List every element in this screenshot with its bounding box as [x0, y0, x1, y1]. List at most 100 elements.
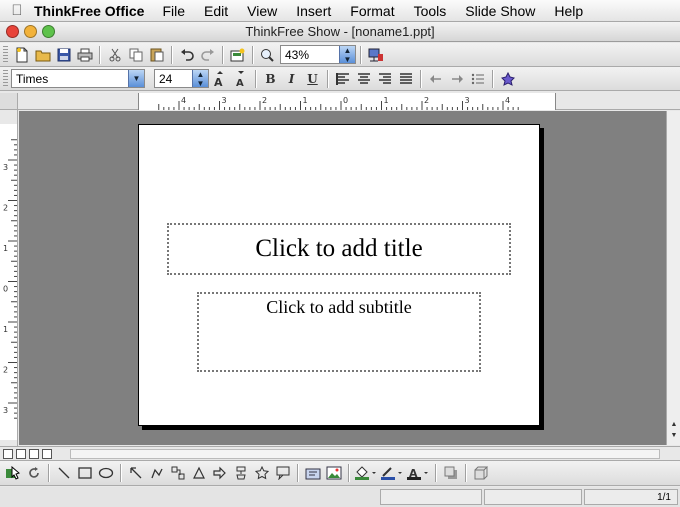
save-icon[interactable] [53, 45, 74, 65]
arrow-tool-icon[interactable] [125, 463, 146, 483]
font-name-dropdown-icon[interactable]: ▼ [128, 70, 144, 87]
justify-icon[interactable] [395, 69, 416, 89]
window-title: ThinkFree Show - [noname1.ppt] [245, 24, 435, 39]
status-field [380, 489, 482, 505]
menu-tools[interactable]: Tools [414, 3, 447, 19]
connector-tool-icon[interactable] [167, 463, 188, 483]
new-document-icon[interactable] [11, 45, 32, 65]
normal-view-icon[interactable] [3, 448, 13, 459]
align-left-icon[interactable] [332, 69, 353, 89]
apple-menu-icon[interactable]:  [0, 2, 34, 19]
toolbar-separator [435, 464, 436, 482]
menu-help[interactable]: Help [554, 3, 583, 19]
print-icon[interactable] [74, 45, 95, 65]
3d-style-icon[interactable] [470, 463, 491, 483]
toolbar-separator [465, 464, 466, 482]
bold-button[interactable]: B [260, 69, 281, 89]
slide-canvas[interactable]: Click to add title Click to add subtitle [138, 124, 540, 426]
callouts-icon[interactable] [272, 463, 293, 483]
bullet-list-icon[interactable] [467, 69, 488, 89]
ruler-label: 4 [181, 96, 186, 105]
ruler-label: 3 [3, 163, 8, 172]
underline-button[interactable]: U [302, 69, 323, 89]
insert-slide-icon[interactable] [227, 45, 248, 65]
shadow-icon[interactable] [440, 463, 461, 483]
toolbar-grip[interactable] [3, 45, 8, 64]
close-button[interactable] [6, 25, 19, 38]
svg-text:A: A [214, 76, 223, 87]
italic-button[interactable]: I [281, 69, 302, 89]
ruler-label: 1 [3, 325, 8, 334]
draw-select-icon[interactable] [2, 463, 23, 483]
align-right-icon[interactable] [374, 69, 395, 89]
formatting-toolbar: Times ▼ 24 ▲ ▼ A A B I U [0, 67, 680, 91]
stars-banners-icon[interactable] [251, 463, 272, 483]
menu-slide-show[interactable]: Slide Show [465, 3, 535, 19]
view-bar [0, 446, 680, 460]
textbox-icon[interactable] [302, 463, 323, 483]
line-tool-icon[interactable] [53, 463, 74, 483]
menu-format[interactable]: Format [350, 3, 394, 19]
line-color-icon[interactable] [379, 463, 405, 483]
animation-icon[interactable] [497, 69, 518, 89]
subtitle-placeholder[interactable]: Click to add subtitle [197, 292, 481, 372]
vertical-ruler: 3 2 1 0 1 2 3 [0, 110, 18, 446]
font-name-select[interactable]: Times ▼ [11, 69, 145, 88]
copy-icon[interactable] [125, 45, 146, 65]
notes-view-icon[interactable] [42, 448, 52, 459]
basic-shapes-icon[interactable] [188, 463, 209, 483]
zoom-select[interactable]: 43% ▲ ▼ [280, 45, 356, 64]
rectangle-tool-icon[interactable] [74, 463, 95, 483]
align-center-icon[interactable] [353, 69, 374, 89]
toolbar-separator [120, 464, 121, 482]
grow-font-icon[interactable]: A [209, 69, 230, 89]
open-folder-icon[interactable] [32, 45, 53, 65]
undo-icon[interactable] [176, 45, 197, 65]
rotate-icon[interactable] [23, 463, 44, 483]
cut-icon[interactable] [104, 45, 125, 65]
status-bar: 1/1 [0, 487, 680, 507]
menu-edit[interactable]: Edit [204, 3, 228, 19]
fill-color-icon[interactable] [353, 463, 379, 483]
menu-insert[interactable]: Insert [296, 3, 331, 19]
outline-view-icon[interactable] [16, 448, 26, 459]
toolbar-grip[interactable] [3, 69, 8, 88]
font-name-value: Times [16, 71, 49, 86]
app-menu[interactable]: ThinkFree Office [34, 3, 144, 19]
zoom-dropdown-icon[interactable]: ▲ ▼ [339, 46, 355, 64]
freeform-tool-icon[interactable] [146, 463, 167, 483]
decrease-indent-icon[interactable] [425, 69, 446, 89]
font-size-value: 24 [159, 71, 173, 86]
increase-indent-icon[interactable] [446, 69, 467, 89]
horizontal-scrollbar[interactable] [70, 449, 660, 459]
drawing-toolbar: A [0, 460, 680, 486]
minimize-button[interactable] [24, 25, 37, 38]
slide-show-icon[interactable] [365, 45, 386, 65]
flowchart-icon[interactable] [230, 463, 251, 483]
shrink-font-icon[interactable]: A [230, 69, 251, 89]
ellipse-tool-icon[interactable] [95, 463, 116, 483]
zoom-button[interactable] [42, 25, 55, 38]
menu-view[interactable]: View [247, 3, 277, 19]
title-placeholder[interactable]: Click to add title [167, 223, 511, 275]
scroll-down-icon[interactable]: ▼ [668, 432, 680, 442]
redo-icon[interactable] [197, 45, 218, 65]
scroll-up-icon[interactable]: ▲ [668, 421, 680, 431]
block-arrows-icon[interactable] [209, 463, 230, 483]
slide-sorter-view-icon[interactable] [29, 448, 39, 459]
vertical-scrollbar[interactable]: ▲ ▼ [666, 111, 680, 445]
ruler-label: 0 [343, 96, 348, 105]
menu-file[interactable]: File [162, 3, 185, 19]
vertical-ruler-scale: 3 2 1 0 1 2 3 [0, 124, 17, 440]
font-size-select[interactable]: 24 ▲ ▼ [154, 69, 209, 88]
horizontal-ruler-scale: 4 3 2 1 0 1 2 3 4 [138, 93, 556, 110]
toolbar-separator [222, 45, 223, 64]
zoom-tool-icon[interactable] [257, 45, 278, 65]
toolbar-separator [492, 69, 493, 88]
title-placeholder-text: Click to add title [255, 235, 423, 262]
standard-toolbar: 43% ▲ ▼ [0, 43, 680, 67]
paste-icon[interactable] [146, 45, 167, 65]
insert-picture-icon[interactable] [323, 463, 344, 483]
font-color-icon[interactable]: A [405, 463, 431, 483]
font-size-dropdown-icon[interactable]: ▲ ▼ [192, 70, 208, 88]
